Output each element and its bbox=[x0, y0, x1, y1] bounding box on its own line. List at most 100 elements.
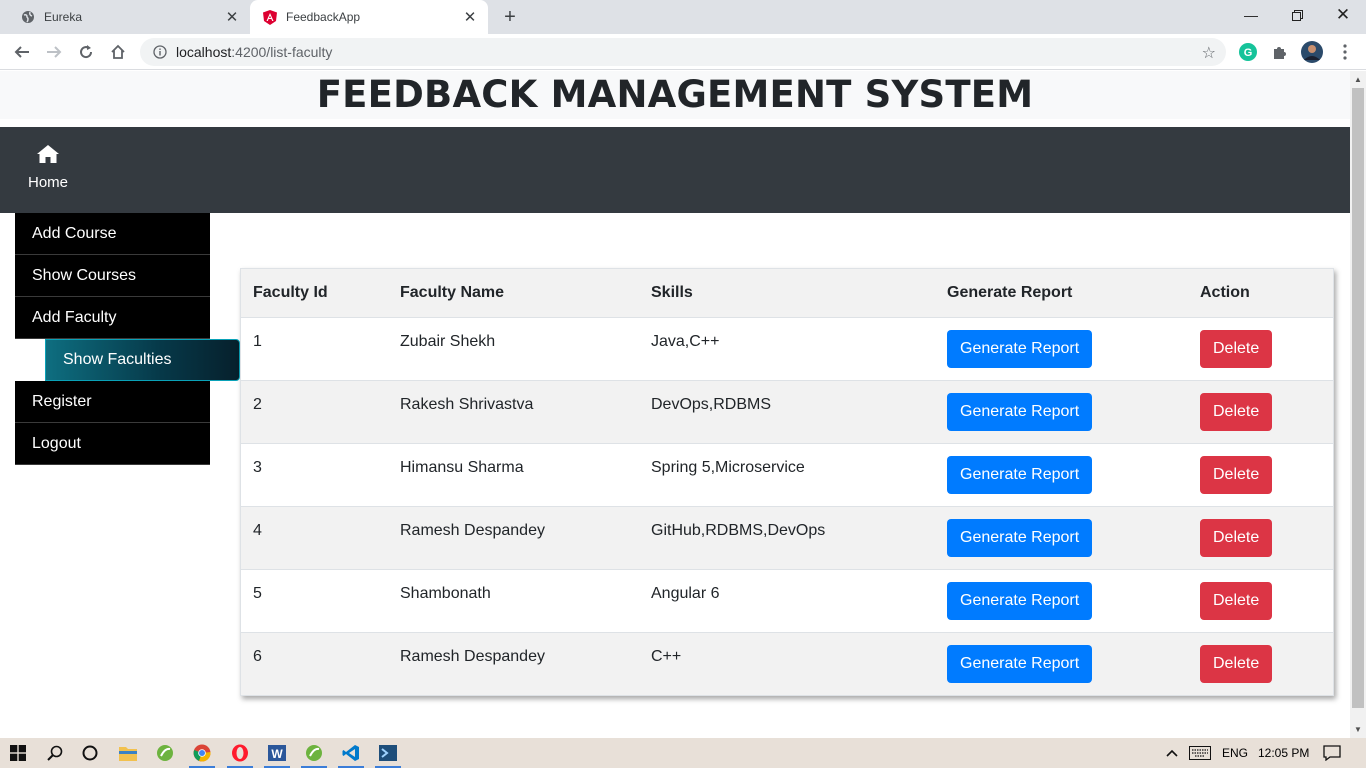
generate-report-button[interactable]: Generate Report bbox=[947, 329, 1093, 368]
windows-start-icon[interactable] bbox=[8, 743, 28, 763]
cell-faculty-id: 1 bbox=[241, 316, 388, 380]
generate-report-button[interactable]: Generate Report bbox=[947, 644, 1093, 683]
generate-report-button[interactable]: Generate Report bbox=[947, 455, 1093, 494]
delete-button[interactable]: Delete bbox=[1200, 455, 1273, 494]
notification-center-icon[interactable] bbox=[1322, 743, 1342, 763]
cell-report: Generate Report bbox=[935, 631, 1188, 695]
spring-tool-icon-2[interactable] bbox=[304, 743, 324, 763]
sidebar-item-add-faculty[interactable]: Add Faculty bbox=[15, 297, 210, 339]
new-tab-icon[interactable]: + bbox=[498, 5, 522, 29]
back-icon[interactable] bbox=[8, 38, 36, 66]
cell-faculty-id: 5 bbox=[241, 568, 388, 632]
language-indicator[interactable]: ENG bbox=[1222, 746, 1248, 760]
close-window-icon[interactable]: ✕ bbox=[1320, 0, 1366, 30]
delete-button[interactable]: Delete bbox=[1200, 329, 1273, 368]
system-clock[interactable]: 12:05 PM bbox=[1258, 746, 1309, 760]
browser-tab-eureka[interactable]: Eureka bbox=[8, 0, 246, 34]
cell-faculty-name: Shambonath bbox=[388, 568, 639, 632]
table-row: 3 Himansu Sharma Spring 5,Microservice G… bbox=[241, 442, 1333, 506]
site-info-icon[interactable] bbox=[146, 45, 174, 59]
cell-report: Generate Report bbox=[935, 316, 1188, 380]
tab-title: FeedbackApp bbox=[286, 10, 361, 24]
chrome-icon[interactable] bbox=[192, 743, 212, 763]
extensions-puzzle-icon[interactable] bbox=[1271, 43, 1289, 61]
cell-report: Generate Report bbox=[935, 379, 1188, 443]
cell-report: Generate Report bbox=[935, 505, 1188, 569]
cell-skills: Spring 5,Microservice bbox=[639, 442, 935, 506]
cell-action: Delete bbox=[1188, 379, 1333, 443]
header-faculty-name: Faculty Name bbox=[388, 269, 639, 318]
sidebar-item-register[interactable]: Register bbox=[15, 381, 210, 423]
opera-icon[interactable] bbox=[230, 743, 250, 763]
more-menu-icon[interactable] bbox=[1336, 43, 1354, 61]
profile-avatar[interactable] bbox=[1301, 41, 1323, 63]
cell-faculty-id: 3 bbox=[241, 442, 388, 506]
url-path: :4200/list-faculty bbox=[231, 44, 333, 60]
home-nav-link[interactable]: Home bbox=[20, 145, 76, 192]
cell-faculty-id: 2 bbox=[241, 379, 388, 443]
address-bar[interactable]: localhost:4200/list-faculty ☆ bbox=[140, 38, 1226, 66]
keyboard-icon[interactable] bbox=[1188, 743, 1212, 763]
cell-skills: GitHub,RDBMS,DevOps bbox=[639, 505, 935, 569]
delete-button[interactable]: Delete bbox=[1200, 518, 1273, 557]
table-row: 4 Ramesh Despandey GitHub,RDBMS,DevOps G… bbox=[241, 505, 1333, 569]
cell-report: Generate Report bbox=[935, 568, 1188, 632]
terminal-app-icon[interactable] bbox=[378, 743, 398, 763]
delete-button[interactable]: Delete bbox=[1200, 644, 1273, 683]
generate-report-button[interactable]: Generate Report bbox=[947, 392, 1093, 431]
cell-action: Delete bbox=[1188, 316, 1333, 380]
sidebar-item-show-courses[interactable]: Show Courses bbox=[15, 255, 210, 297]
task-view-icon[interactable] bbox=[80, 743, 100, 763]
home-browser-icon[interactable] bbox=[104, 38, 132, 66]
cell-action: Delete bbox=[1188, 505, 1333, 569]
close-tab-icon[interactable]: ✕ bbox=[460, 7, 480, 27]
cell-skills: Java,C++ bbox=[639, 316, 935, 380]
scroll-up-icon[interactable]: ▲ bbox=[1354, 75, 1362, 84]
generate-report-button[interactable]: Generate Report bbox=[947, 581, 1093, 620]
header-skills: Skills bbox=[639, 269, 935, 318]
cell-action: Delete bbox=[1188, 568, 1333, 632]
cell-faculty-name: Ramesh Despandey bbox=[388, 505, 639, 569]
restore-icon[interactable] bbox=[1274, 0, 1320, 30]
search-icon[interactable] bbox=[45, 743, 65, 763]
sidebar-item-logout[interactable]: Logout bbox=[15, 423, 210, 465]
cell-action: Delete bbox=[1188, 442, 1333, 506]
scroll-down-icon[interactable]: ▼ bbox=[1354, 725, 1362, 734]
cell-skills: DevOps,RDBMS bbox=[639, 379, 935, 443]
cell-faculty-name: Ramesh Despandey bbox=[388, 631, 639, 695]
generate-report-button[interactable]: Generate Report bbox=[947, 518, 1093, 557]
cell-faculty-name: Zubair Shekh bbox=[388, 316, 639, 380]
table-row: 5 Shambonath Angular 6 Generate Report D… bbox=[241, 568, 1333, 632]
sidebar-item-add-course[interactable]: Add Course bbox=[15, 213, 210, 255]
close-tab-icon[interactable]: ✕ bbox=[222, 7, 242, 27]
cell-action: Delete bbox=[1188, 631, 1333, 695]
delete-button[interactable]: Delete bbox=[1200, 581, 1273, 620]
faculty-table: Faculty Id Faculty Name Skills Generate … bbox=[241, 269, 1333, 695]
faculty-table-card: Faculty Id Faculty Name Skills Generate … bbox=[240, 268, 1334, 696]
svg-text:W: W bbox=[271, 747, 283, 761]
delete-button[interactable]: Delete bbox=[1200, 392, 1273, 431]
forward-icon[interactable] bbox=[40, 38, 68, 66]
browser-tab-feedbackapp[interactable]: FeedbackApp ✕ bbox=[250, 0, 488, 34]
url-text: localhost:4200/list-faculty bbox=[176, 44, 332, 60]
tab-title: Eureka bbox=[44, 10, 83, 24]
cell-faculty-id: 6 bbox=[241, 631, 388, 695]
minimize-icon[interactable]: — bbox=[1228, 0, 1274, 30]
page-content: FEEDBACK MANAGEMENT SYSTEM Home Add Cour… bbox=[0, 71, 1350, 738]
table-header-row: Faculty Id Faculty Name Skills Generate … bbox=[241, 269, 1333, 318]
table-row: 6 Ramesh Despandey C++ Generate Report D… bbox=[241, 631, 1333, 695]
tray-chevron-up-icon[interactable] bbox=[1162, 743, 1182, 763]
word-icon[interactable]: W bbox=[267, 743, 287, 763]
reload-icon[interactable] bbox=[72, 38, 100, 66]
cell-faculty-id: 4 bbox=[241, 505, 388, 569]
spring-tool-icon[interactable] bbox=[155, 743, 175, 763]
scrollbar-thumb[interactable] bbox=[1352, 88, 1364, 708]
vscode-icon[interactable] bbox=[341, 743, 361, 763]
bookmark-star-icon[interactable]: ☆ bbox=[1202, 43, 1216, 63]
grammarly-icon[interactable]: G bbox=[1239, 43, 1257, 61]
cell-report: Generate Report bbox=[935, 442, 1188, 506]
page-scrollbar[interactable]: ▲ ▼ bbox=[1350, 71, 1366, 738]
file-explorer-icon[interactable] bbox=[118, 743, 138, 763]
sidebar-item-show-faculties[interactable]: Show Faculties bbox=[45, 339, 240, 381]
sidebar-menu: Add Course Show Courses Add Faculty Show… bbox=[15, 213, 240, 465]
